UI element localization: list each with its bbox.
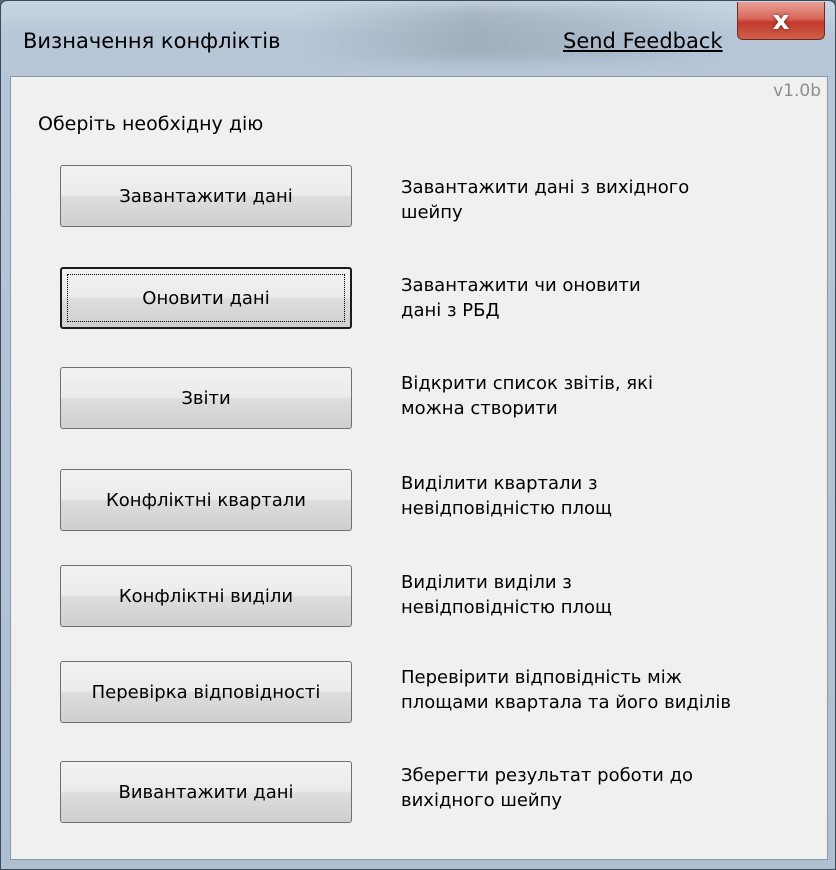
close-button[interactable]: x xyxy=(737,2,825,40)
conflict-quarters-description: Виділити квартали з невідповідністю площ xyxy=(401,471,801,521)
dialog-panel: v1.0b Оберіть необхідну дію Завантажити … xyxy=(10,76,828,860)
dialog-window: Визначення конфліктів Send Feedback x v1… xyxy=(0,0,836,870)
conflict-quarters-button[interactable]: Конфліктні квартали xyxy=(60,469,352,531)
version-label: v1.0b xyxy=(773,81,821,101)
description-line: площами квартала та його виділів xyxy=(401,692,731,713)
title-bar[interactable]: Визначення конфліктів Send Feedback x xyxy=(1,1,835,83)
description-line: Завантажити чи оновити xyxy=(401,275,641,296)
description-line: вихідного шейпу xyxy=(401,790,563,811)
export-data-button[interactable]: Вивантажити дані xyxy=(60,761,352,823)
load-data-description: Завантажити дані з вихідного шейпу xyxy=(401,175,801,225)
description-line: Зберегти результат роботи до xyxy=(401,765,694,786)
close-icon: x xyxy=(772,5,790,36)
description-line: Завантажити дані з вихідного xyxy=(401,177,690,198)
description-line: Виділити виділи з xyxy=(401,572,572,593)
description-line: дані з РБД xyxy=(401,300,500,321)
conflict-allotments-description: Виділити виділи з невідповідністю площ xyxy=(401,570,801,620)
update-data-button[interactable]: Оновити дані xyxy=(60,267,352,329)
compliance-check-button[interactable]: Перевірка відповідності xyxy=(60,661,352,723)
conflict-allotments-button[interactable]: Конфліктні виділи xyxy=(60,565,352,627)
description-line: Виділити квартали з xyxy=(401,473,598,494)
load-data-button[interactable]: Завантажити дані xyxy=(60,165,352,227)
instruction-label: Оберіть необхідну дію xyxy=(38,113,264,135)
reports-description: Відкрити список звітів, які можна створи… xyxy=(401,371,801,421)
description-line: шейпу xyxy=(401,202,463,223)
compliance-check-description: Перевірити відповідність між площами ква… xyxy=(401,665,801,715)
window-title: Визначення конфліктів xyxy=(23,29,281,53)
description-line: невідповідністю площ xyxy=(401,597,612,618)
description-line: Перевірити відповідність між xyxy=(401,667,682,688)
description-line: Відкрити список звітів, які xyxy=(401,373,653,394)
update-data-label: Оновити дані xyxy=(142,287,270,309)
send-feedback-link[interactable]: Send Feedback xyxy=(563,29,723,53)
export-data-description: Зберегти результат роботи до вихідного ш… xyxy=(401,763,801,813)
update-data-description: Завантажити чи оновити дані з РБД xyxy=(401,273,801,323)
description-line: можна створити xyxy=(401,398,558,419)
description-line: невідповідністю площ xyxy=(401,498,612,519)
reports-button[interactable]: Звіти xyxy=(60,367,352,429)
